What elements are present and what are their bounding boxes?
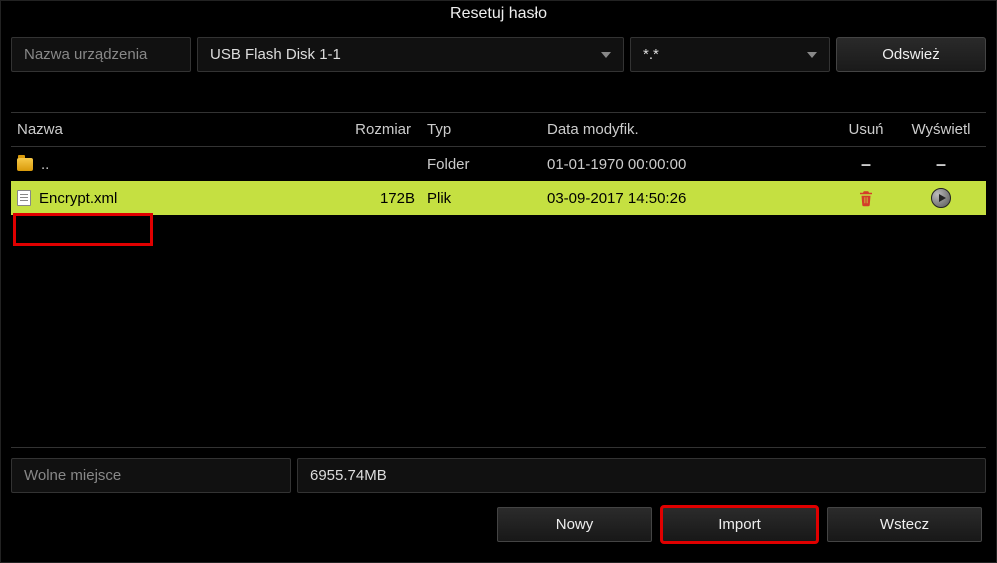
reset-password-dialog: Resetuj hasło Nazwa urządzenia USB Flash… [0,0,997,563]
device-name-label: Nazwa urządzenia [11,37,191,72]
col-date[interactable]: Data modyfik. [541,117,831,142]
cell-type: Folder [421,152,541,177]
dash-icon: – [936,154,946,175]
import-button[interactable]: Import [662,507,817,542]
footer-buttons: Nowy Import Wstecz [1,503,996,552]
col-size[interactable]: Rozmiar [311,117,421,142]
col-view[interactable]: Wyświetl [901,117,981,142]
folder-up-icon [17,158,33,171]
chevron-down-icon [807,52,817,58]
free-space-value: 6955.74MB [297,458,986,493]
col-name[interactable]: Nazwa [11,117,311,142]
table-row-parent[interactable]: .. Folder 01-01-1970 00:00:00 – – [11,147,986,181]
cell-name: Encrypt.xml [39,190,117,207]
trash-icon[interactable] [857,189,875,207]
cell-date: 01-01-1970 00:00:00 [541,152,831,177]
free-space-row: Wolne miejsce 6955.74MB [11,447,986,493]
file-filter-dropdown[interactable]: *.* [630,37,830,72]
device-dropdown[interactable]: USB Flash Disk 1-1 [197,37,624,72]
table-header: Nazwa Rozmiar Typ Data modyfik. Usuń Wyś… [11,113,986,147]
cell-date: 03-09-2017 14:50:26 [541,186,831,211]
device-dropdown-value: USB Flash Disk 1-1 [210,46,341,63]
file-filter-value: *.* [643,46,659,63]
file-table: Nazwa Rozmiar Typ Data modyfik. Usuń Wyś… [11,112,986,447]
free-space-label: Wolne miejsce [11,458,291,493]
play-icon[interactable] [931,188,951,208]
cell-size [311,160,421,168]
cell-type: Plik [421,186,541,211]
table-body: .. Folder 01-01-1970 00:00:00 – – Encryp… [11,147,986,447]
col-delete[interactable]: Usuń [831,117,901,142]
dialog-title: Resetuj hasło [1,1,996,31]
back-button[interactable]: Wstecz [827,507,982,542]
col-type[interactable]: Typ [421,117,541,142]
table-row-selected[interactable]: Encrypt.xml 172B Plik 03-09-2017 14:50:2… [11,181,986,215]
refresh-button[interactable]: Odswież [836,37,986,72]
toolbar: Nazwa urządzenia USB Flash Disk 1-1 *.* … [1,31,996,78]
cell-name: .. [41,156,49,173]
new-button[interactable]: Nowy [497,507,652,542]
file-icon [17,190,31,206]
chevron-down-icon [601,52,611,58]
dash-icon: – [861,154,871,175]
cell-size: 172B [311,186,421,211]
